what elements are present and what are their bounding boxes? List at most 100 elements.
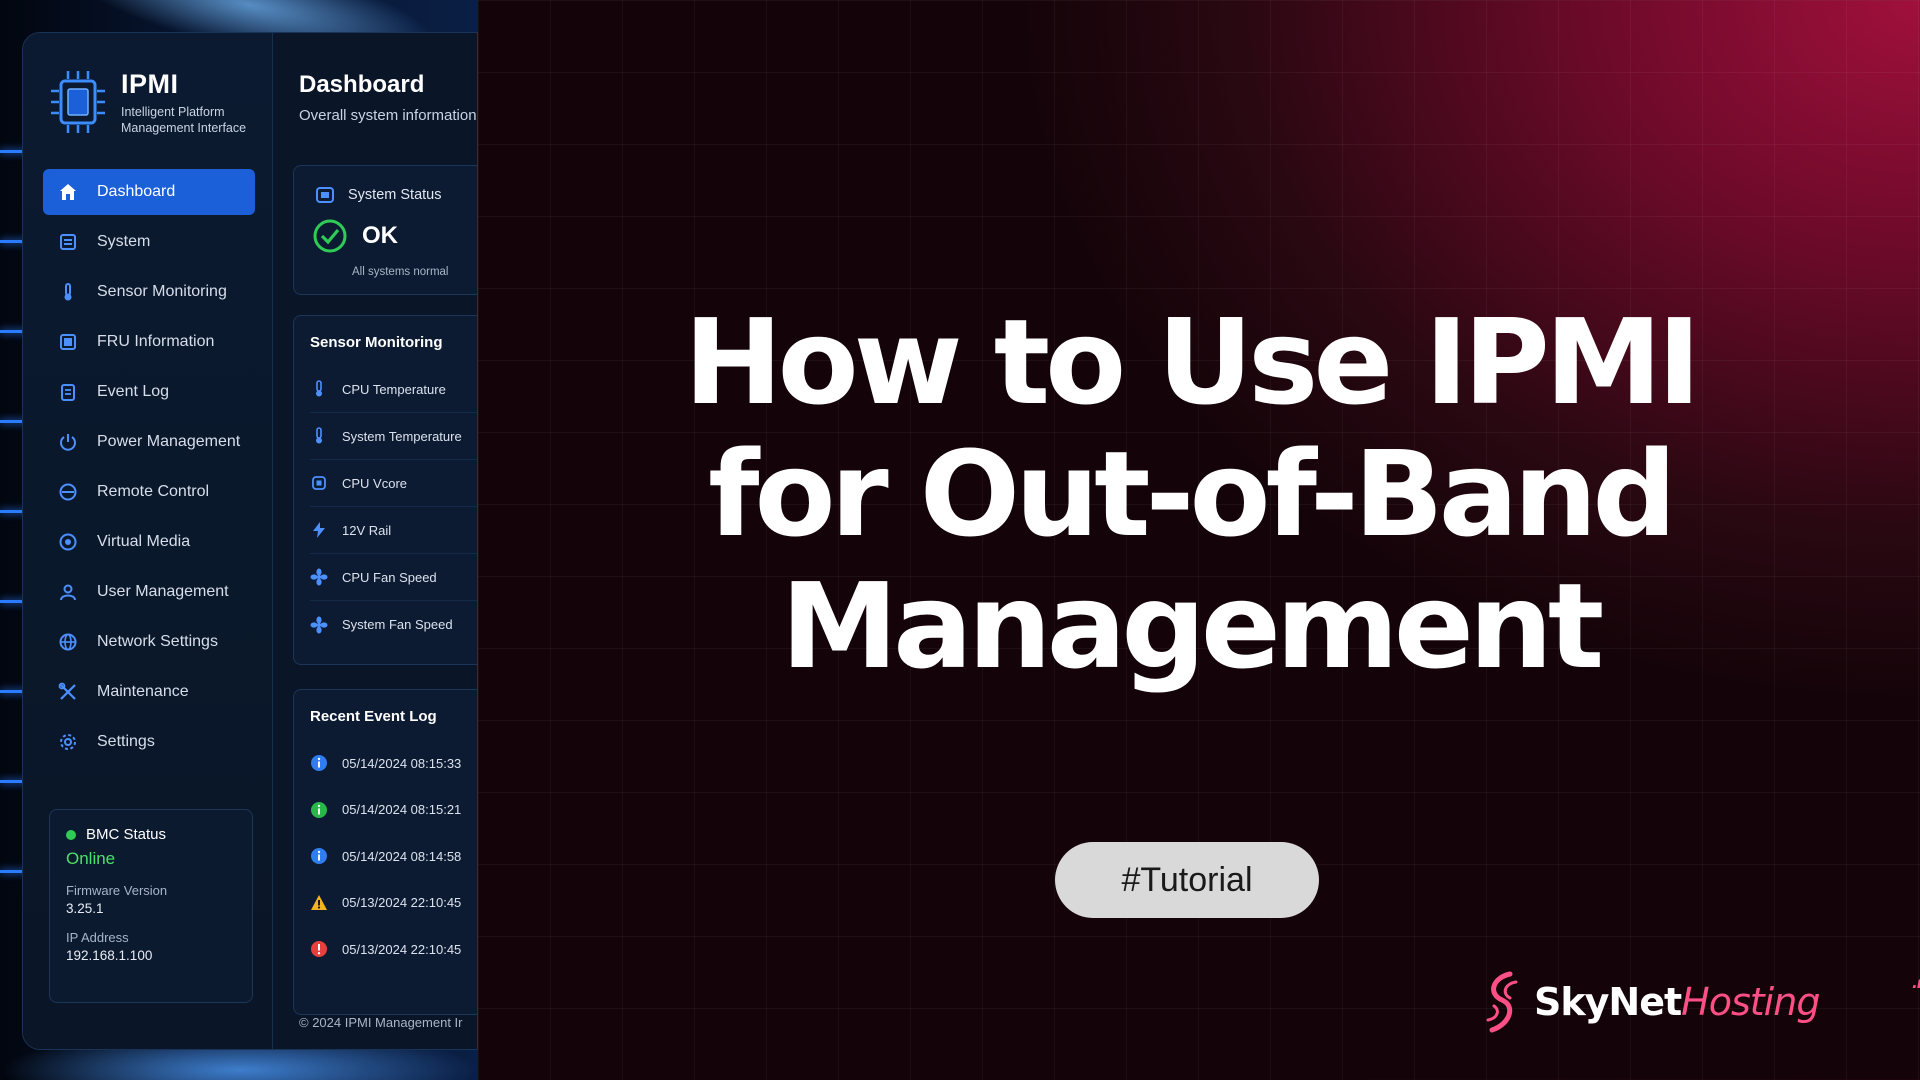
event-card-title: Recent Event Log	[310, 708, 437, 725]
bmc-status-value: Online	[66, 849, 116, 868]
power-icon	[57, 431, 79, 453]
sidebar-item-label: Settings	[97, 733, 155, 750]
sensor-label: CPU Vcore	[342, 475, 408, 491]
sidebar: IPMI Intelligent Platform Management Int…	[23, 33, 273, 1049]
virtual-media-icon	[57, 531, 79, 553]
brand-subtitle-2: Management Interface	[121, 121, 247, 135]
sidebar-item-maintenance[interactable]: Maintenance	[43, 669, 255, 715]
online-indicator	[66, 829, 76, 840]
headline-line-2: for Out-of-Band	[708, 425, 1677, 563]
system-status-value: OK	[362, 222, 398, 249]
maintenance-icon	[57, 681, 79, 703]
ipmi-window: IPMI Intelligent Platform Management Int…	[22, 32, 478, 1050]
sidebar-item-label: System	[97, 233, 151, 250]
sensor-row-system-fan-speed[interactable]: System Fan Speed	[310, 601, 477, 648]
event-row[interactable]: 05/14/2024 08:15:21	[310, 787, 477, 834]
event-row[interactable]: 05/13/2024 22:10:45	[310, 926, 477, 973]
tutorial-tag: #Tutorial	[1055, 842, 1319, 918]
event-row[interactable]: 05/14/2024 08:15:33	[310, 740, 477, 787]
sensor-card-title: Sensor Monitoring	[310, 334, 443, 351]
skynethosting-logo: SkyNetHosting .net	[1480, 968, 1920, 1036]
sidebar-item-remote-control[interactable]: Remote Control	[43, 469, 255, 515]
sidebar-item-sensor-monitoring[interactable]: Sensor Monitoring	[43, 269, 255, 315]
remote-control-icon	[57, 481, 79, 503]
gear-icon	[57, 731, 79, 753]
sidebar-item-label: Maintenance	[97, 683, 189, 700]
system-status-card: System Status OK All systems normal	[293, 165, 477, 295]
sidebar-item-event-log[interactable]: Event Log	[43, 369, 255, 415]
fru-icon	[57, 331, 79, 353]
bmc-title: BMC Status	[86, 826, 167, 843]
sensor-row-12v-rail[interactable]: 12V Rail	[310, 507, 477, 554]
sidebar-item-fru-information[interactable]: FRU Information	[43, 319, 255, 365]
system-icon	[57, 231, 79, 253]
dashboard-main: Dashboard Overall system information Sys…	[273, 33, 477, 1049]
network-icon	[57, 631, 79, 653]
sidebar-nav: Dashboard System Sensor Monitoring FRU I…	[43, 169, 255, 769]
sensor-label: CPU Temperature	[342, 381, 446, 397]
headline: How to Use IPMI for Out-of-Band Manageme…	[620, 296, 1760, 692]
sidebar-item-power-management[interactable]: Power Management	[43, 419, 255, 465]
bolt-icon	[313, 522, 325, 538]
sidebar-item-label: Remote Control	[97, 483, 210, 500]
headline-line-3: Management	[780, 557, 1605, 695]
ip-value: 192.168.1.100	[66, 948, 153, 963]
sidebar-item-system[interactable]: System	[43, 219, 255, 265]
sensor-label: System Fan Speed	[342, 617, 453, 632]
info-icon	[311, 755, 327, 772]
user-icon	[57, 581, 79, 603]
event-time: 05/13/2024 22:10:45	[342, 895, 462, 911]
bmc-status-card: BMC Status Online Firmware Version 3.25.…	[49, 809, 253, 1003]
success-info-icon	[311, 801, 327, 818]
sensor-row-cpu-fan-speed[interactable]: CPU Fan Speed	[310, 554, 477, 601]
sidebar-item-dashboard[interactable]: Dashboard	[43, 169, 255, 215]
sidebar-item-virtual-media[interactable]: Virtual Media	[43, 519, 255, 565]
sidebar-item-label: Sensor Monitoring	[97, 283, 227, 300]
brand: IPMI Intelligent Platform Management Int…	[51, 69, 246, 136]
sidebar-item-label: User Management	[97, 583, 229, 600]
sidebar-item-label: Dashboard	[97, 183, 176, 200]
chip-icon	[312, 476, 326, 490]
event-row[interactable]: 05/14/2024 08:14:58	[310, 833, 477, 880]
sidebar-item-network-settings[interactable]: Network Settings	[43, 619, 255, 665]
logo-skynet: SkyNet	[1534, 980, 1682, 1024]
home-icon	[57, 181, 79, 203]
sidebar-item-settings[interactable]: Settings	[43, 719, 255, 765]
sidebar-item-label: Power Management	[97, 433, 241, 450]
check-circle-icon	[313, 219, 347, 253]
error-icon	[311, 941, 327, 958]
info-icon	[311, 848, 327, 865]
sensor-icon	[57, 281, 79, 303]
thermometer-icon	[316, 427, 322, 444]
sidebar-item-label: FRU Information	[97, 333, 215, 350]
sidebar-item-label: Network Settings	[97, 633, 218, 650]
sidebar-item-label: Virtual Media	[97, 533, 191, 550]
sidebar-item-label: Event Log	[97, 383, 170, 400]
system-status-label: System Status	[348, 187, 442, 203]
event-time: 05/14/2024 08:15:33	[342, 755, 462, 771]
server-status-icon	[316, 187, 334, 203]
ip-label: IP Address	[66, 930, 129, 945]
firmware-value: 3.25.1	[66, 901, 104, 916]
brand-title: IPMI	[121, 69, 179, 99]
sensor-label: System Temperature	[342, 428, 462, 444]
sensor-row-system-temperature[interactable]: System Temperature	[310, 413, 477, 460]
page-title: Dashboard	[299, 71, 425, 98]
brand-subtitle-1: Intelligent Platform	[121, 105, 225, 119]
event-time: 05/13/2024 22:10:45	[342, 941, 462, 957]
footer-copyright: © 2024 IPMI Management Ir	[299, 1015, 463, 1030]
firmware-label: Firmware Version	[66, 883, 168, 898]
sensor-row-cpu-temperature[interactable]: CPU Temperature	[310, 366, 477, 413]
system-status-note: All systems normal	[352, 266, 449, 278]
thermometer-icon	[316, 380, 322, 397]
event-log-icon	[57, 381, 79, 403]
sensor-row-cpu-vcore[interactable]: CPU Vcore	[310, 460, 477, 507]
skynet-swirl-icon	[1486, 971, 1518, 1033]
sensor-monitoring-card: Sensor Monitoring CPU Temperature System…	[293, 315, 477, 665]
event-row[interactable]: 05/13/2024 22:10:45	[310, 880, 477, 927]
sidebar-item-user-management[interactable]: User Management	[43, 569, 255, 615]
warning-icon	[311, 894, 327, 910]
headline-line-1: How to Use IPMI	[683, 293, 1701, 431]
fan-icon	[310, 616, 328, 633]
recent-event-log-card: Recent Event Log 05/14/2024 08:15:33 05/…	[293, 689, 477, 1015]
